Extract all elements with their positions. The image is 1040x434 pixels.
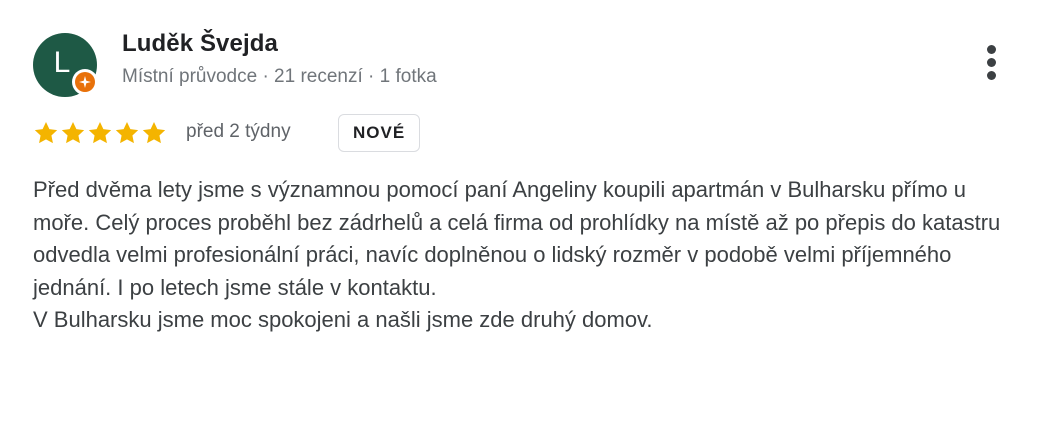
more-vert-icon-dot xyxy=(987,71,996,80)
more-vert-icon-dot xyxy=(987,45,996,54)
review-date: před 2 týdny xyxy=(186,121,291,142)
local-guide-badge xyxy=(72,69,98,95)
review-card: L Luděk Švejda Místní průvodce · 21 rece… xyxy=(0,0,1040,434)
reviewer-meta: Místní průvodce · 21 recenzí · 1 fotka xyxy=(122,66,437,87)
star-icon xyxy=(34,121,58,144)
more-vert-icon-dot xyxy=(987,58,996,67)
more-options-button[interactable] xyxy=(976,40,1008,84)
review-paragraph: Před dvěma lety jsme s významnou pomocí … xyxy=(33,177,1001,300)
local-guide-star-icon xyxy=(75,72,95,92)
reviewer-name[interactable]: Luděk Švejda xyxy=(122,30,278,58)
review-text: Před dvěma lety jsme s významnou pomocí … xyxy=(33,174,1013,337)
review-paragraph: V Bulharsku jsme moc spokojeni a našli j… xyxy=(33,307,653,332)
star-rating xyxy=(33,120,168,146)
star-icon xyxy=(88,121,112,144)
new-badge: NOVÉ xyxy=(338,114,421,152)
star-icon xyxy=(115,121,139,144)
star-icon xyxy=(142,121,166,144)
star-icon xyxy=(61,121,85,144)
rating-row: před 2 týdny NOVÉ xyxy=(33,114,733,154)
